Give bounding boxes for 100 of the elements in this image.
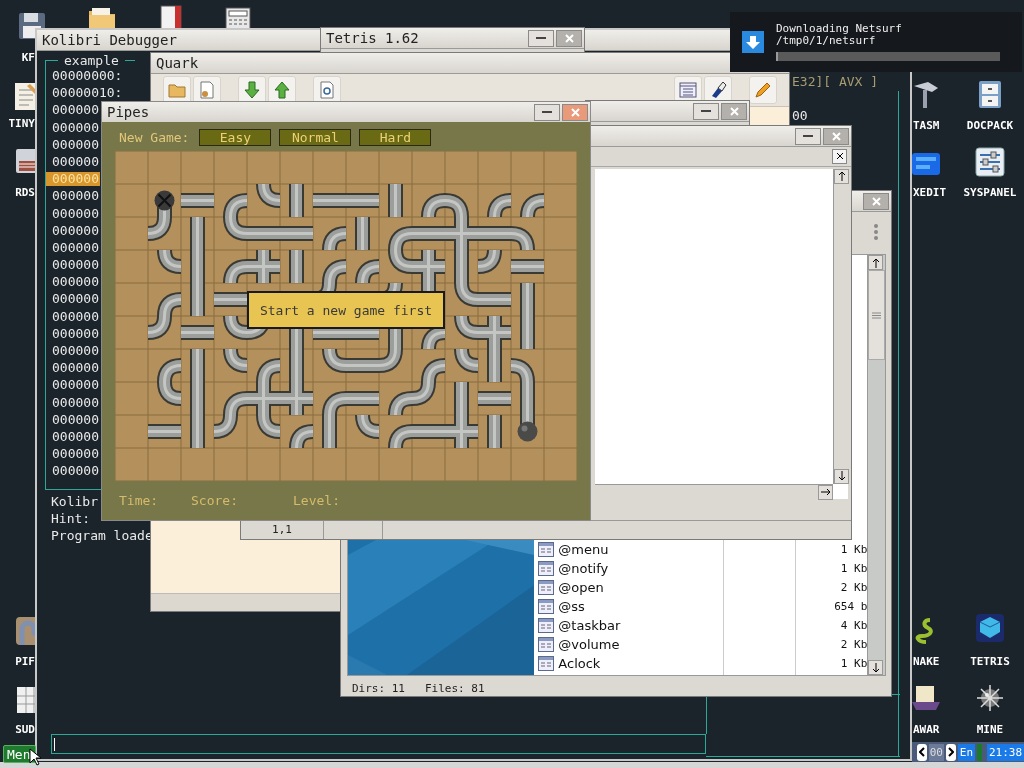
- file-icon: [538, 637, 555, 652]
- file-icon: [538, 618, 555, 633]
- memory-dump-row[interactable]: 000000: [46, 378, 100, 393]
- minimize-button[interactable]: [528, 29, 554, 47]
- scroll-down-button[interactable]: [868, 660, 884, 675]
- icon-label[interactable]: TINY: [0, 118, 35, 130]
- pipe-board-drawing[interactable]: [115, 151, 577, 481]
- memory-dump-row[interactable]: 000000: [46, 223, 100, 238]
- memory-dump-row[interactable]: 000000: [46, 309, 100, 324]
- icon-label[interactable]: KF: [0, 52, 35, 64]
- memory-dump-row[interactable]: 000000: [46, 120, 100, 135]
- toolbar-button[interactable]: [313, 76, 341, 104]
- memory-dump-row[interactable]: 000000: [46, 447, 100, 462]
- language-button[interactable]: En: [957, 743, 976, 761]
- memory-dump-row[interactable]: 000000: [46, 103, 100, 118]
- memory-dump-row[interactable]: 000000: [46, 326, 100, 341]
- minimize-button[interactable]: [795, 127, 821, 145]
- close-icon: [729, 106, 739, 116]
- icon-label[interactable]: XEDIT: [913, 187, 947, 199]
- window-title: Kolibri Debugger: [42, 32, 177, 48]
- memory-dump-row[interactable]: 000000: [46, 258, 100, 273]
- icon-label[interactable]: MINE: [958, 724, 1022, 736]
- next-workspace-button[interactable]: [945, 743, 956, 761]
- workspace-number: 00: [928, 743, 944, 761]
- icon-label[interactable]: PIF: [0, 656, 35, 668]
- close-icon: [570, 107, 580, 117]
- memory-dump-row[interactable]: 000000: [46, 275, 100, 290]
- chevron-left-icon: [918, 747, 925, 757]
- close-icon: [564, 33, 574, 43]
- previous-workspace-button[interactable]: [917, 743, 927, 761]
- status-text: Files: 81: [425, 682, 485, 695]
- file-name[interactable]: @taskbar: [558, 618, 724, 633]
- file-icon: [538, 561, 555, 576]
- memory-dump-row[interactable]: 00000000:: [46, 69, 124, 83]
- memory-dump-row[interactable]: 000000: [46, 429, 100, 444]
- window-title: Tetris 1.62: [326, 30, 419, 46]
- file-name[interactable]: @volume: [558, 637, 724, 652]
- memory-dump-row[interactable]: 000000: [46, 361, 100, 376]
- difficulty-button[interactable]: Normal: [279, 129, 352, 146]
- register-text: 00: [792, 108, 808, 123]
- memory-dump-row[interactable]: 000000: [46, 464, 100, 479]
- memory-dump-row[interactable]: 000000: [46, 137, 100, 152]
- memory-dump-row[interactable]: 000000: [46, 412, 100, 427]
- icon-label[interactable]: RDS: [0, 187, 35, 199]
- file-name[interactable]: Aclock: [558, 656, 724, 671]
- file-name[interactable]: @notify: [558, 561, 724, 576]
- file-name[interactable]: @open: [558, 580, 724, 595]
- close-tab-button[interactable]: [832, 148, 847, 164]
- scroll-up-button[interactable]: [834, 168, 849, 184]
- close-icon: [835, 152, 844, 161]
- icon-label[interactable]: TETRIS: [958, 656, 1022, 668]
- memory-dump-row[interactable]: 000000: [46, 189, 100, 204]
- minimize-icon: [536, 36, 546, 40]
- close-button[interactable]: [863, 192, 889, 210]
- memory-dump-row[interactable]: 000000: [46, 292, 100, 307]
- window-list-icon: [678, 80, 698, 100]
- arrow-down-icon: [837, 471, 846, 482]
- minimize-button[interactable]: [534, 103, 560, 121]
- memory-dump-row[interactable]: 000000: [46, 344, 100, 358]
- minimize-button[interactable]: [693, 102, 719, 120]
- file-size: 654 b: [833, 600, 868, 613]
- icon-label[interactable]: AWAR: [913, 724, 940, 736]
- icon-label[interactable]: SUD: [0, 724, 35, 736]
- file-size: 1 Kb: [839, 543, 868, 556]
- sliders-icon: [974, 146, 1006, 178]
- clock: 21:38: [987, 743, 1024, 761]
- memory-dump-row[interactable]: 000000: [46, 206, 100, 221]
- toolbar-button[interactable]: [749, 76, 777, 104]
- cursor-icon: [29, 748, 41, 766]
- grip-icon: [872, 311, 882, 319]
- file-size: 4 Kb: [839, 619, 868, 632]
- file-icon: [538, 656, 555, 671]
- scroll-down-button[interactable]: [834, 468, 849, 484]
- file-name[interactable]: @menu: [558, 542, 724, 557]
- file-size: 1 Kb: [839, 657, 868, 670]
- icon-label[interactable]: NAKE: [913, 656, 940, 668]
- download-icon: [742, 31, 764, 53]
- stat-label: Score:: [191, 493, 239, 508]
- command-input[interactable]: [51, 734, 706, 754]
- difficulty-button[interactable]: Easy: [199, 129, 272, 146]
- minimize-icon: [701, 109, 711, 113]
- icon-label[interactable]: DOCPACK: [958, 120, 1022, 132]
- icon-label[interactable]: TASM: [913, 120, 940, 132]
- memory-dump-row[interactable]: 00000010:: [46, 86, 124, 101]
- memory-dump-row[interactable]: 000000: [46, 240, 100, 255]
- close-icon: [871, 196, 881, 206]
- scroll-right-button[interactable]: [818, 484, 833, 500]
- arrow-up-icon: [871, 257, 880, 268]
- scroll-up-button[interactable]: [868, 255, 884, 270]
- file-icon: [538, 580, 555, 595]
- arrow-up-icon: [837, 171, 846, 182]
- icon-label[interactable]: SYSPANEL: [958, 187, 1022, 199]
- file-name[interactable]: @ss: [558, 599, 724, 614]
- memory-dump-row[interactable]: 000000: [46, 154, 100, 169]
- memory-dump-row[interactable]: 000000: [46, 395, 100, 410]
- minimize-icon: [542, 110, 552, 114]
- more-options-icon[interactable]: [873, 223, 879, 241]
- difficulty-button[interactable]: Hard: [359, 129, 432, 146]
- file-size: 1 Kb: [839, 562, 868, 575]
- scrollbar-thumb[interactable]: [868, 270, 885, 360]
